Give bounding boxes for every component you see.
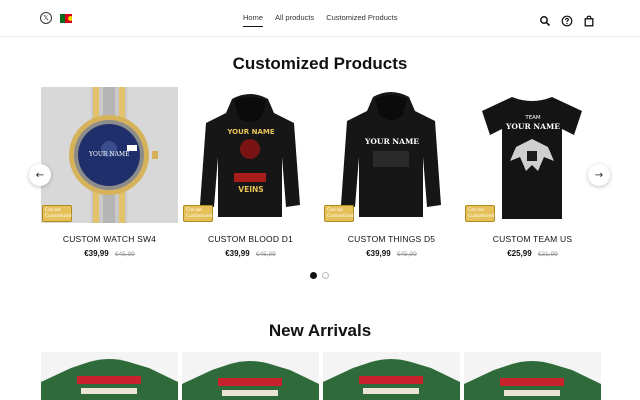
tshirt-name-text: YOUR NAME bbox=[506, 122, 560, 131]
header-right bbox=[539, 12, 595, 27]
product-name[interactable]: CUSTOM TEAM US bbox=[464, 234, 601, 244]
product-price: €39,99 bbox=[225, 249, 250, 258]
carousel-pagination bbox=[310, 272, 329, 279]
arrow-right-icon: → bbox=[594, 169, 604, 181]
sweater-illustration bbox=[323, 352, 460, 400]
flag-emblem bbox=[68, 15, 72, 21]
product-card[interactable]: YOUR NAME Can be Customized CUSTOM WATCH… bbox=[41, 87, 178, 258]
product-old-price: €45,99 bbox=[114, 251, 135, 258]
customizable-badge: Can be Customized bbox=[324, 205, 354, 222]
sweater-illustration bbox=[182, 352, 319, 400]
product-old-price: €45,99 bbox=[255, 251, 276, 258]
product-image[interactable]: YOUR NAME Can be Customized bbox=[323, 87, 460, 223]
product-price: €39,99 bbox=[366, 249, 391, 258]
product-image[interactable]: YOUR NAME Can be Customized bbox=[41, 87, 178, 223]
product-image[interactable]: TEAM YOUR NAME Can be Customized bbox=[464, 87, 601, 223]
product-prices: €39,99 €45,99 bbox=[41, 249, 178, 258]
hoodie-illustration bbox=[341, 92, 441, 217]
nav-home[interactable]: Home bbox=[243, 13, 264, 27]
carousel-prev-button[interactable]: ← bbox=[29, 164, 51, 186]
main-nav: Home All products Customized Products bbox=[243, 13, 397, 27]
pagination-dot[interactable] bbox=[322, 272, 329, 279]
sweater-illustration bbox=[464, 352, 601, 400]
product-name[interactable]: CUSTOM THINGS D5 bbox=[323, 234, 460, 244]
arrow-left-icon: ← bbox=[35, 169, 45, 181]
product-carousel: YOUR NAME Can be Customized CUSTOM WATCH… bbox=[41, 87, 601, 267]
new-arrivals-row bbox=[41, 352, 601, 400]
new-arrivals-title: New Arrivals bbox=[268, 321, 372, 340]
help-icon[interactable] bbox=[561, 12, 573, 27]
sweater-illustration bbox=[41, 352, 178, 400]
product-old-price: €31,99 bbox=[537, 251, 558, 258]
portugal-flag-icon[interactable] bbox=[60, 13, 72, 23]
nav-customized-products[interactable]: Customized Products bbox=[326, 13, 397, 25]
product-card[interactable]: YOUR NAME VEINS Can be Customized CUSTOM… bbox=[182, 87, 319, 258]
product-prices: €39,99 €45,99 bbox=[182, 249, 319, 258]
customized-products-title: Customized Products bbox=[232, 54, 408, 73]
site-header: 𝕏 Home All products Customized Products bbox=[0, 0, 640, 37]
x-logo-icon[interactable]: 𝕏 bbox=[40, 12, 52, 24]
shopping-bag-icon[interactable] bbox=[583, 12, 595, 27]
product-price: €39,99 bbox=[84, 249, 109, 258]
product-image[interactable]: YOUR NAME VEINS Can be Customized bbox=[182, 87, 319, 223]
carousel-next-button[interactable]: → bbox=[588, 164, 610, 186]
product-name[interactable]: CUSTOM BLOOD D1 bbox=[182, 234, 319, 244]
arrival-card[interactable] bbox=[182, 352, 319, 400]
product-prices: €25,99 €31,99 bbox=[464, 249, 601, 258]
hoodie-veins-text: VEINS bbox=[238, 185, 264, 194]
hoodie-name-text: YOUR NAME bbox=[365, 137, 419, 146]
flag-red bbox=[65, 13, 72, 23]
hoodie-name-text: YOUR NAME bbox=[227, 128, 275, 136]
product-prices: €39,99 €45,99 bbox=[323, 249, 460, 258]
header-left: 𝕏 bbox=[40, 12, 72, 24]
product-name[interactable]: CUSTOM WATCH SW4 bbox=[41, 234, 178, 244]
arrival-card[interactable] bbox=[323, 352, 460, 400]
product-price: €25,99 bbox=[507, 249, 532, 258]
arrival-card[interactable] bbox=[41, 352, 178, 400]
nav-all-products[interactable]: All products bbox=[275, 13, 314, 25]
tshirt-illustration bbox=[482, 97, 582, 219]
search-icon[interactable] bbox=[539, 12, 551, 27]
hoodie-illustration bbox=[200, 94, 300, 217]
arrival-card[interactable] bbox=[464, 352, 601, 400]
customizable-badge: Can be Customized bbox=[183, 205, 213, 222]
customizable-badge: Can be Customized bbox=[465, 205, 495, 222]
tshirt-team-text: TEAM bbox=[525, 115, 541, 121]
product-card[interactable]: YOUR NAME Can be Customized CUSTOM THING… bbox=[323, 87, 460, 258]
watch-name-text: YOUR NAME bbox=[89, 151, 130, 158]
customizable-badge: Can be Customized bbox=[42, 205, 72, 222]
product-card[interactable]: TEAM YOUR NAME Can be Customized CUSTOM … bbox=[464, 87, 601, 258]
product-old-price: €45,99 bbox=[396, 251, 417, 258]
pagination-dot-active[interactable] bbox=[310, 272, 317, 279]
